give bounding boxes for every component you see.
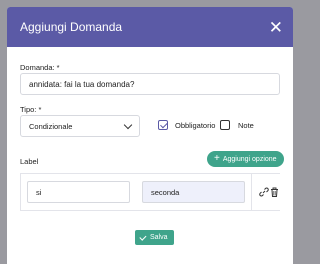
- type-select-value: Condizionale: [29, 121, 73, 131]
- check-icon: [139, 233, 147, 240]
- close-icon[interactable]: ✕: [269, 19, 283, 36]
- save-label: Salva: [149, 234, 168, 241]
- option-second-input[interactable]: seconda: [142, 181, 245, 203]
- row-divider: [251, 174, 252, 210]
- add-option-button[interactable]: + Aggiungi opzione: [207, 151, 284, 167]
- required-checkbox[interactable]: [158, 120, 168, 130]
- row-divider: [20, 174, 21, 210]
- options-label: Label: [20, 157, 39, 166]
- option-row: si seconda: [20, 173, 280, 211]
- required-label: Obbligatorio: [175, 121, 216, 130]
- notes-checkbox[interactable]: [220, 120, 230, 130]
- save-button[interactable]: Salva: [135, 230, 174, 245]
- add-option-label: Aggiungi opzione: [222, 155, 277, 163]
- option-first-input[interactable]: si: [27, 181, 130, 203]
- type-label: Tipo: *: [20, 105, 42, 114]
- modal-header: Aggiungi Domanda ✕: [7, 7, 293, 47]
- chevron-down-icon: [123, 120, 133, 129]
- plus-icon: +: [214, 153, 220, 164]
- question-label: Domanda: *: [20, 63, 60, 72]
- question-input[interactable]: annidata: fai la tua domanda?: [20, 73, 280, 95]
- modal-title: Aggiungi Domanda: [20, 20, 123, 34]
- trash-icon[interactable]: [270, 187, 279, 197]
- type-select[interactable]: Condizionale: [20, 115, 140, 137]
- add-question-modal: Aggiungi Domanda ✕ Domanda: * annidata: …: [7, 7, 293, 264]
- link-icon[interactable]: [259, 187, 269, 197]
- notes-label: Note: [238, 121, 254, 130]
